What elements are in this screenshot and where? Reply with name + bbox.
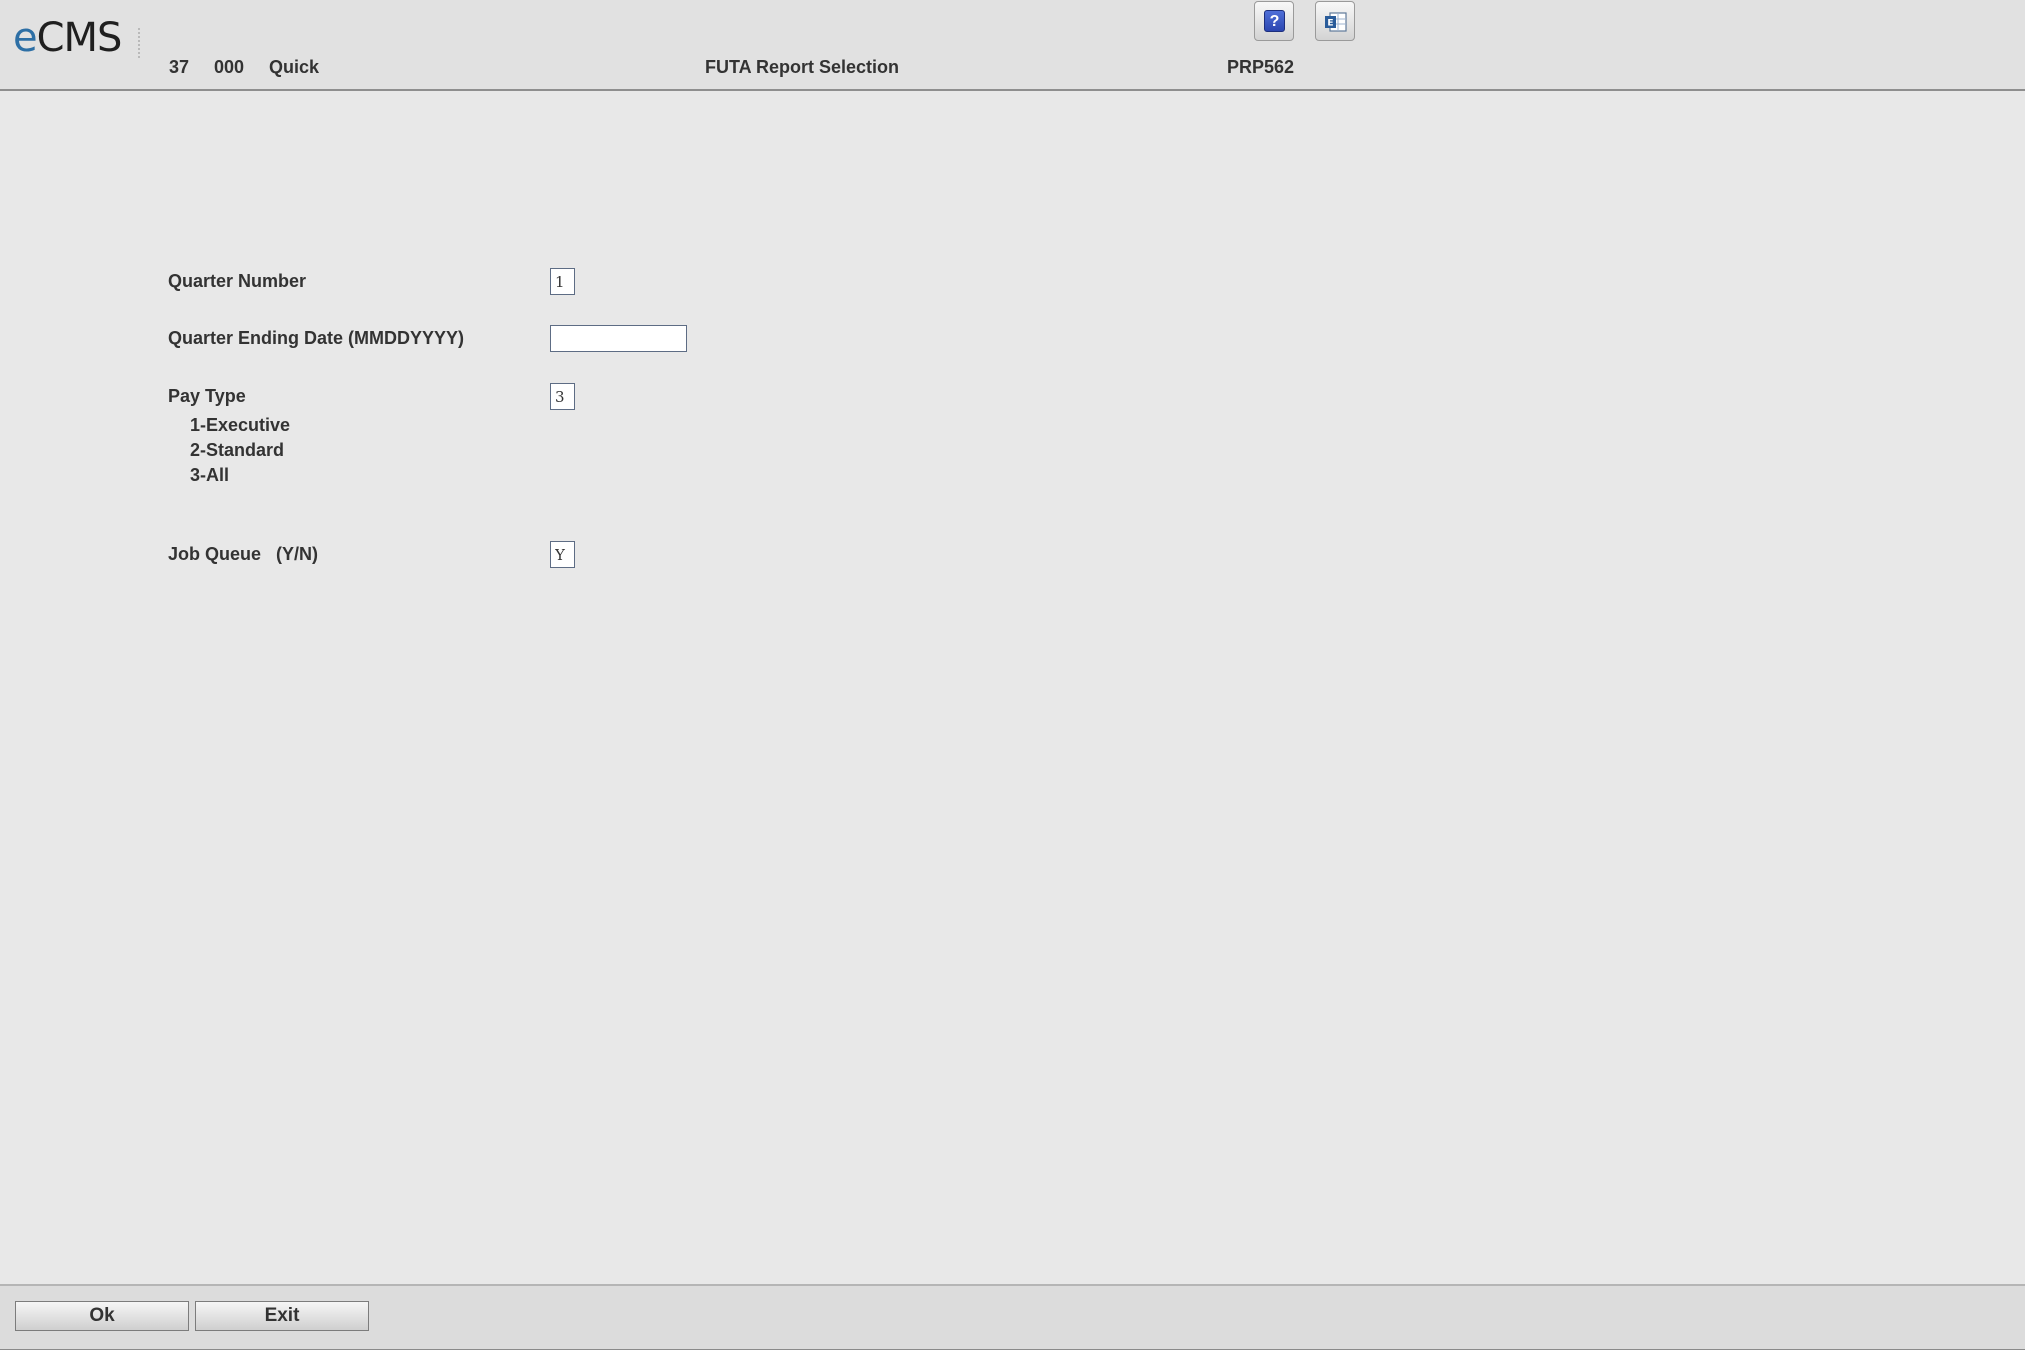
pay-type-field[interactable] (550, 383, 575, 410)
ecms-logo: eCMS (13, 15, 123, 61)
excel-export-button[interactable]: E (1315, 1, 1355, 41)
logo-rest: CMS (36, 15, 123, 61)
help-icon: ? (1264, 10, 1285, 32)
footer-bar: Ok Exit (0, 1284, 2025, 1350)
quarter-number-field[interactable] (550, 268, 575, 295)
app-window: eCMS 37 000 Quick FUTA Report Selection … (0, 0, 2025, 1350)
pay-type-option-standard: 2-Standard (190, 440, 285, 460)
quarter-number-label: Quarter Number (168, 271, 307, 291)
logo-prefix: e (13, 15, 38, 61)
quarter-ending-date-label: Quarter Ending Date (MMDDYYYY) (168, 328, 465, 348)
logo-separator (138, 28, 142, 58)
help-button[interactable]: ? (1254, 1, 1294, 41)
excel-export-icon: E (1325, 12, 1347, 32)
page-title: FUTA Report Selection (705, 57, 900, 77)
program-id: PRP562 (1227, 57, 1295, 77)
pay-type-label: Pay Type (168, 386, 246, 406)
svg-text:E: E (1327, 19, 1333, 29)
job-queue-field[interactable] (550, 541, 575, 568)
division-number: 000 (214, 57, 245, 77)
mode-label: Quick (269, 57, 320, 77)
exit-button[interactable]: Exit (195, 1301, 369, 1331)
company-number: 37 (169, 57, 190, 77)
job-queue-label: Job Queue (Y/N) (168, 544, 319, 564)
quarter-ending-date-field[interactable] (550, 325, 687, 352)
ok-button[interactable]: Ok (15, 1301, 189, 1331)
pay-type-option-executive: 1-Executive (190, 415, 291, 435)
pay-type-option-all: 3-All (190, 465, 230, 485)
header-bar: eCMS 37 000 Quick FUTA Report Selection … (0, 0, 2025, 91)
